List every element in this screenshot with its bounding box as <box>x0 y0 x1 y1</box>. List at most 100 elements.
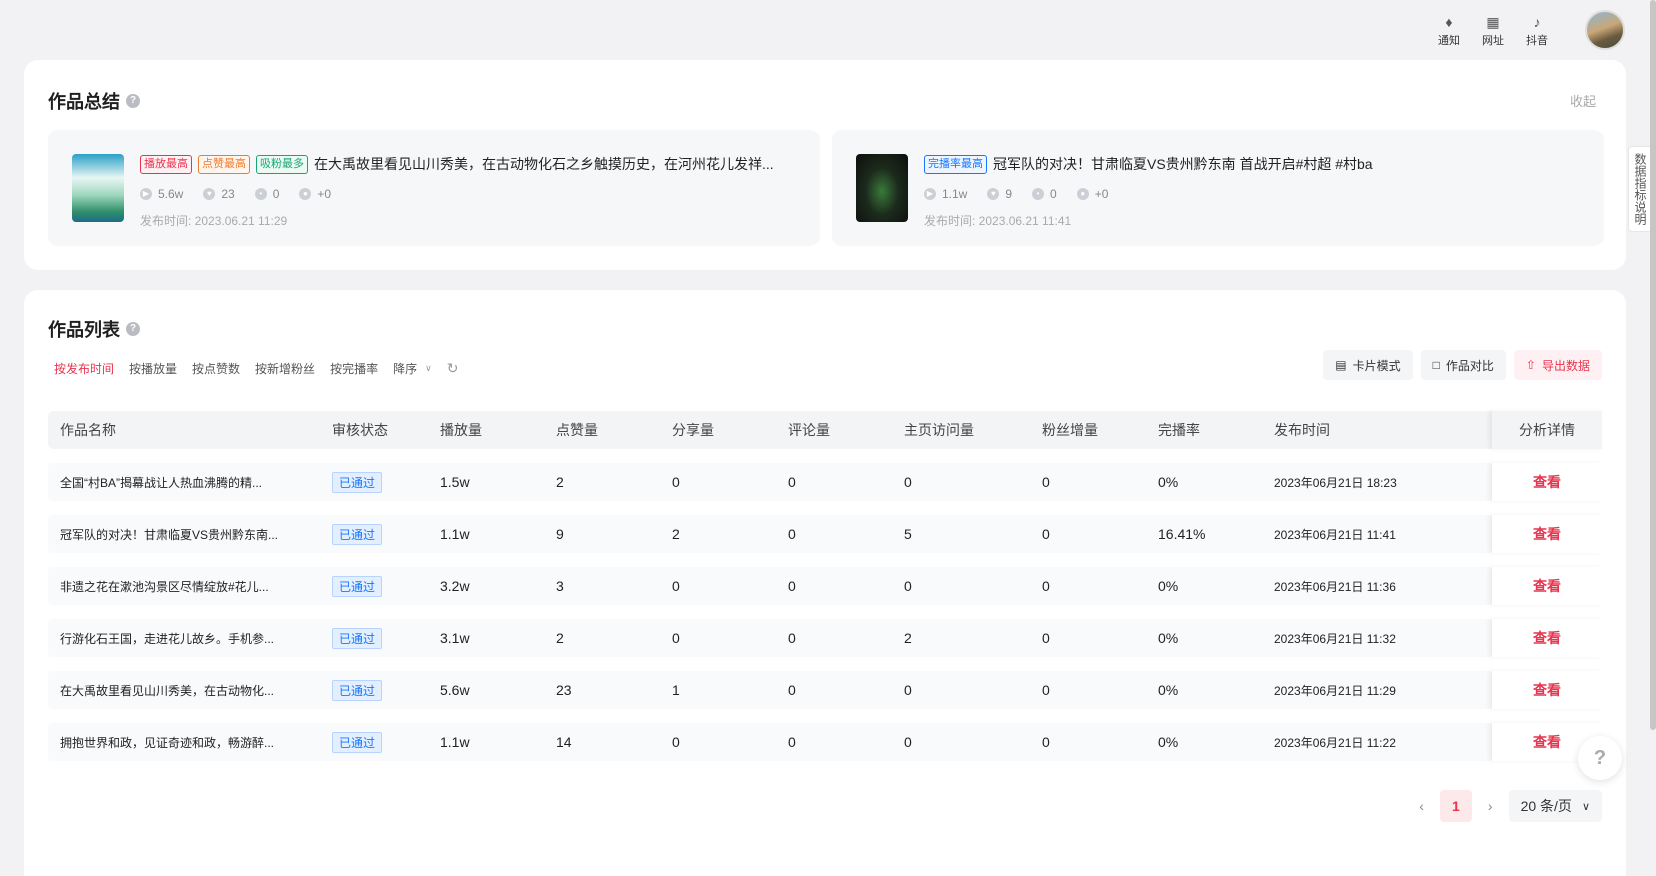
cell-play: 1.1w <box>440 734 470 750</box>
cell-status: 已通过 <box>320 471 428 493</box>
view-detail-link[interactable]: 查看 <box>1492 515 1602 553</box>
view-detail-link[interactable]: 查看 <box>1492 567 1602 605</box>
view-detail-link[interactable]: 查看 <box>1492 671 1602 709</box>
work-title[interactable]: 冠军队的对决！甘肃临夏VS贵州黔东南 首战开启#村超 #村ba <box>993 154 1373 174</box>
work-thumbnail[interactable] <box>856 154 908 222</box>
play-icon: ▶ <box>140 188 152 200</box>
fans-stat: ● +0 <box>1076 187 1109 201</box>
status-badge: 已通过 <box>332 575 383 597</box>
cell-name[interactable]: 全国“村BA”揭幕战让人热血沸腾的精... <box>48 474 320 491</box>
bell-icon: ♦ <box>1445 14 1453 30</box>
plays-stat: ▶ 5.6w <box>140 187 183 201</box>
view-detail-link[interactable]: 查看 <box>1492 619 1602 657</box>
works-list-card: 作品列表 ? 按发布时间 按播放量 按点赞数 按新增粉丝 按完播率 降序 ∨ ↻… <box>24 290 1626 876</box>
fans-value: +0 <box>317 187 332 201</box>
status-badge: 已通过 <box>332 731 383 753</box>
grid-icon: ▦ <box>1486 14 1500 30</box>
cell-time: 2023年06月21日 11:22 <box>1274 735 1396 750</box>
floating-help-icon[interactable]: ? <box>1578 736 1622 780</box>
col-header: 发布时间 <box>1274 422 1330 438</box>
refresh-icon[interactable]: ↻ <box>447 360 459 377</box>
table-row: 在大禹故里看见山川秀美，在古动物化... 已通过 5.6w 23 1 0 0 0 0% 2023年… <box>48 671 1602 709</box>
cell-share: 2 <box>672 526 680 542</box>
filter-by-time[interactable]: 按发布时间 <box>54 360 114 377</box>
help-icon[interactable]: ? <box>126 94 140 108</box>
cell-fans: 0 <box>1042 526 1050 542</box>
col-header: 点赞量 <box>556 422 598 438</box>
likes-value: 9 <box>1005 187 1013 201</box>
likes-value: 23 <box>221 187 235 201</box>
col-header: 主页访问量 <box>904 422 974 438</box>
plays-value: 5.6w <box>158 187 184 201</box>
cell-name[interactable]: 冠军队的对决！甘肃临夏VS贵州黔东南... <box>48 526 320 543</box>
cell-visit: 0 <box>904 578 912 594</box>
cell-share: 0 <box>672 734 680 750</box>
filter-by-completion[interactable]: 按完播率 <box>330 360 378 377</box>
comment-icon: • <box>1032 188 1045 200</box>
cell-visit: 2 <box>904 630 912 646</box>
cell-fans: 0 <box>1042 682 1050 698</box>
notify-button[interactable]: ♦ 通知 <box>1429 12 1469 48</box>
cell-play: 1.5w <box>440 474 470 490</box>
cell-play: 5.6w <box>440 682 470 698</box>
view-detail-link[interactable]: 查看 <box>1492 463 1602 501</box>
col-header: 分析详情 <box>1492 411 1602 449</box>
work-thumbnail[interactable] <box>72 154 124 222</box>
list-title-text: 作品列表 <box>48 320 120 340</box>
plays-value: 1.1w <box>942 187 968 201</box>
cell-share: 0 <box>672 474 680 490</box>
sort-order-dropdown[interactable]: 降序 ∨ <box>393 360 432 377</box>
export-button[interactable]: ⇧ 导出数据 <box>1513 350 1602 380</box>
cell-fans: 0 <box>1042 578 1050 594</box>
filter-by-likes[interactable]: 按点赞数 <box>192 360 240 377</box>
cell-rate: 0% <box>1158 734 1179 750</box>
cell-name[interactable]: 拥抱世界和政，见证奇迹和政，畅游醉... <box>48 734 320 751</box>
filter-by-plays[interactable]: 按播放量 <box>129 360 177 377</box>
cell-fans: 0 <box>1042 474 1050 490</box>
cell-status: 已通过 <box>320 575 428 597</box>
help-icon[interactable]: ? <box>126 322 140 336</box>
stat-row: ▶ 5.6w ♥ 23 • 0 ● +0 <box>140 187 331 201</box>
cell-play: 1.1w <box>440 526 470 542</box>
cell-time: 2023年06月21日 11:29 <box>1274 683 1396 698</box>
cell-comment: 0 <box>788 474 796 490</box>
works-table: 作品名称 审核状态 播放量 点赞量 分享量 评论量 主页访问量 粉丝增量 完播率… <box>48 411 1602 761</box>
tag-most-liked: 点赞最高 <box>198 154 250 174</box>
cell-time: 2023年06月21日 11:36 <box>1274 579 1396 594</box>
cell-name[interactable]: 在大禹故里看见山川秀美，在古动物化... <box>48 682 320 699</box>
cell-name[interactable]: 行游化石王国，走进花儿故乡。手机参... <box>48 630 320 647</box>
tag-most-fans: 吸粉最多 <box>256 154 308 174</box>
bar-chart-icon: □ <box>1432 358 1440 372</box>
cell-name[interactable]: 非遗之花在漱池沟景区尽情绽放#花儿... <box>48 578 320 595</box>
cell-status: 已通过 <box>320 731 428 753</box>
cell-fans: 0 <box>1042 630 1050 646</box>
page-size-select[interactable]: 20 条/页 ∨ <box>1508 790 1602 822</box>
col-header: 作品名称 <box>60 422 116 438</box>
prev-page-icon[interactable]: ‹ <box>1419 798 1424 814</box>
filter-by-new-fans[interactable]: 按新增粉丝 <box>255 360 315 377</box>
douyin-button[interactable]: ♪ 抖音 <box>1517 12 1557 48</box>
site-button[interactable]: ▦ 网址 <box>1473 12 1513 48</box>
fans-value: +0 <box>1094 187 1109 201</box>
col-header: 评论量 <box>788 422 830 438</box>
card-mode-button[interactable]: ▤ 卡片模式 <box>1323 350 1413 380</box>
scrollbar[interactable] <box>1650 0 1656 730</box>
col-header: 播放量 <box>440 422 482 438</box>
tag-most-played: 播放最高 <box>140 154 192 174</box>
table-row: 非遗之花在漱池沟景区尽情绽放#花儿... 已通过 3.2w 3 0 0 0 0 0% 2023年0… <box>48 567 1602 605</box>
page-number-current[interactable]: 1 <box>1439 790 1472 822</box>
cell-comment: 0 <box>788 526 796 542</box>
avatar[interactable] <box>1585 10 1625 50</box>
card-mode-icon: ▤ <box>1335 358 1347 372</box>
compare-button[interactable]: □ 作品对比 <box>1420 350 1506 380</box>
notify-label: 通知 <box>1438 35 1460 47</box>
fans-stat: ● +0 <box>299 187 331 201</box>
top-work-card[interactable]: 完播率最高 冠军队的对决！甘肃临夏VS贵州黔东南 首战开启#村超 #村ba ▶ 1… <box>832 130 1604 246</box>
next-page-icon[interactable]: › <box>1488 798 1493 814</box>
status-badge: 已通过 <box>332 523 383 545</box>
top-work-card[interactable]: 播放最高 点赞最高 吸粉最多 在大禹故里看见山川秀美，在古动物化石之乡触摸历史，… <box>48 130 820 246</box>
cell-time: 2023年06月21日 11:32 <box>1274 631 1396 646</box>
collapse-button[interactable]: 收起 <box>1570 91 1596 110</box>
card-mode-label: 卡片模式 <box>1352 358 1401 373</box>
work-title[interactable]: 在大禹故里看见山川秀美，在古动物化石之乡触摸历史，在河州花儿发祥... <box>314 154 774 174</box>
